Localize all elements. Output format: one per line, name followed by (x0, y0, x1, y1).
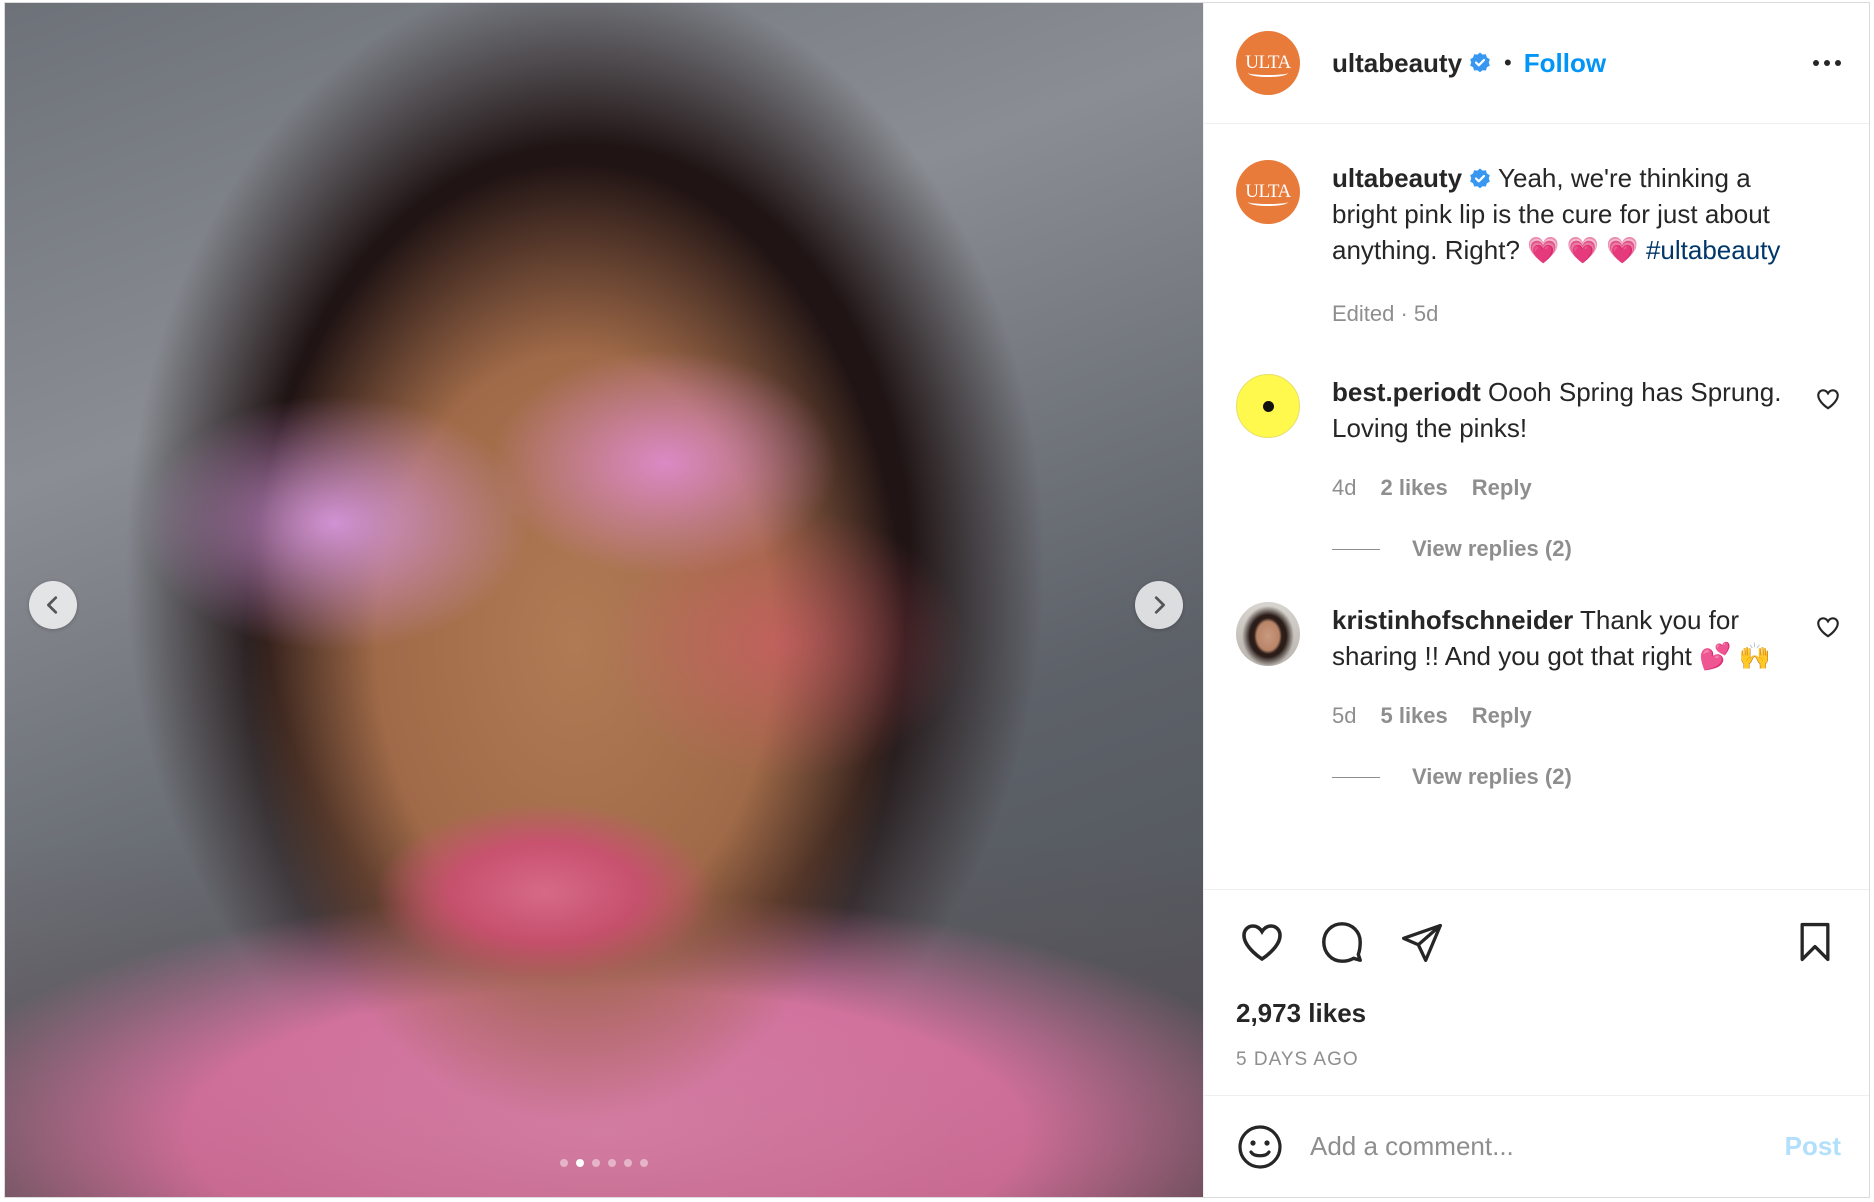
view-replies-label: View replies (2) (1412, 536, 1572, 561)
caption-body: ultabeauty Yeah, we're thinking a bright… (1332, 160, 1841, 332)
comment-meta: 4d 2 likes Reply (1332, 470, 1801, 506)
header-separator: • (1504, 50, 1512, 75)
comment-age[interactable]: 4d (1332, 470, 1356, 506)
verified-badge-icon (1470, 52, 1490, 73)
caption-username[interactable]: ultabeauty (1332, 163, 1462, 193)
comment-input[interactable] (1310, 1131, 1769, 1162)
chevron-right-icon (1154, 596, 1165, 614)
like-button[interactable] (1236, 916, 1288, 968)
comment-icon (1322, 922, 1362, 963)
carousel-dot (640, 1159, 648, 1167)
caption-avatar[interactable]: ULTA (1236, 160, 1300, 224)
carousel-next-button[interactable] (1135, 581, 1183, 629)
view-replies-button[interactable]: View replies (2) (1332, 764, 1841, 790)
share-icon (1402, 923, 1442, 962)
caption-hashtag[interactable]: #ultabeauty (1646, 235, 1780, 265)
comment-likes[interactable]: 5 likes (1380, 698, 1447, 734)
caption: ULTA ultabeauty Yeah, we're thinking a b… (1236, 160, 1841, 332)
comment-button[interactable] (1316, 916, 1368, 968)
verified-badge-icon (1470, 168, 1490, 189)
commenter-avatar[interactable] (1236, 374, 1300, 438)
heart-icon (1242, 924, 1282, 962)
heart-icon[interactable] (1815, 386, 1841, 412)
post-timestamp[interactable]: 5 DAYS AGO (1236, 1049, 1841, 1071)
follow-button[interactable]: Follow (1524, 48, 1606, 79)
post-header: ULTA ultabeauty • Follow (1204, 3, 1869, 124)
likes-count[interactable]: 2,973 likes (1236, 998, 1841, 1029)
comment-likes[interactable]: 2 likes (1380, 470, 1447, 506)
post-image[interactable] (5, 3, 1203, 1197)
comment-username[interactable]: kristinhofschneider (1332, 605, 1573, 635)
share-button[interactable] (1396, 916, 1448, 968)
comment-age[interactable]: 5d (1332, 698, 1356, 734)
post-comment-button[interactable]: Post (1785, 1131, 1841, 1162)
view-replies-label: View replies (2) (1412, 764, 1572, 789)
chevron-left-icon (47, 596, 58, 614)
comments-list[interactable]: ULTA ultabeauty Yeah, we're thinking a b… (1204, 124, 1869, 889)
emoji-icon[interactable] (1236, 1123, 1284, 1171)
carousel-dot (560, 1159, 568, 1167)
author-avatar[interactable]: ULTA (1236, 31, 1300, 95)
view-replies-button[interactable]: View replies (2) (1332, 536, 1841, 562)
carousel-dot (592, 1159, 600, 1167)
post-dialog: ULTA ultabeauty • Follow ULTA ultabeauty… (4, 2, 1870, 1198)
bookmark-icon (1800, 922, 1830, 962)
heart-icon[interactable] (1815, 614, 1841, 640)
comment-body: best.periodt Oooh Spring has Sprung. Lov… (1332, 374, 1841, 506)
carousel-dot (608, 1159, 616, 1167)
comment-meta: 5d 5 likes Reply (1332, 698, 1801, 734)
comment-composer: Post (1204, 1095, 1869, 1197)
more-options-icon[interactable] (1813, 50, 1841, 76)
post-actions: 2,973 likes 5 DAYS AGO (1204, 889, 1869, 1095)
comment-item: best.periodt Oooh Spring has Sprung. Lov… (1236, 374, 1841, 506)
comment-reply-button[interactable]: Reply (1472, 698, 1532, 734)
comment-reply-button[interactable]: Reply (1472, 470, 1532, 506)
comment-username[interactable]: best.periodt (1332, 377, 1481, 407)
carousel-dot (576, 1159, 584, 1167)
comment-item: kristinhofschneider Thank you for sharin… (1236, 602, 1841, 734)
carousel-indicator (5, 1159, 1203, 1167)
author-username[interactable]: ultabeauty (1332, 48, 1462, 79)
carousel-dot (624, 1159, 632, 1167)
post-sidebar: ULTA ultabeauty • Follow ULTA ultabeauty… (1203, 3, 1869, 1197)
save-button[interactable] (1789, 916, 1841, 968)
caption-meta: Edited · 5d (1332, 301, 1439, 326)
comment-body: kristinhofschneider Thank you for sharin… (1332, 602, 1841, 734)
carousel-prev-button[interactable] (29, 581, 77, 629)
commenter-avatar[interactable] (1236, 602, 1300, 666)
action-icons (1236, 910, 1841, 974)
